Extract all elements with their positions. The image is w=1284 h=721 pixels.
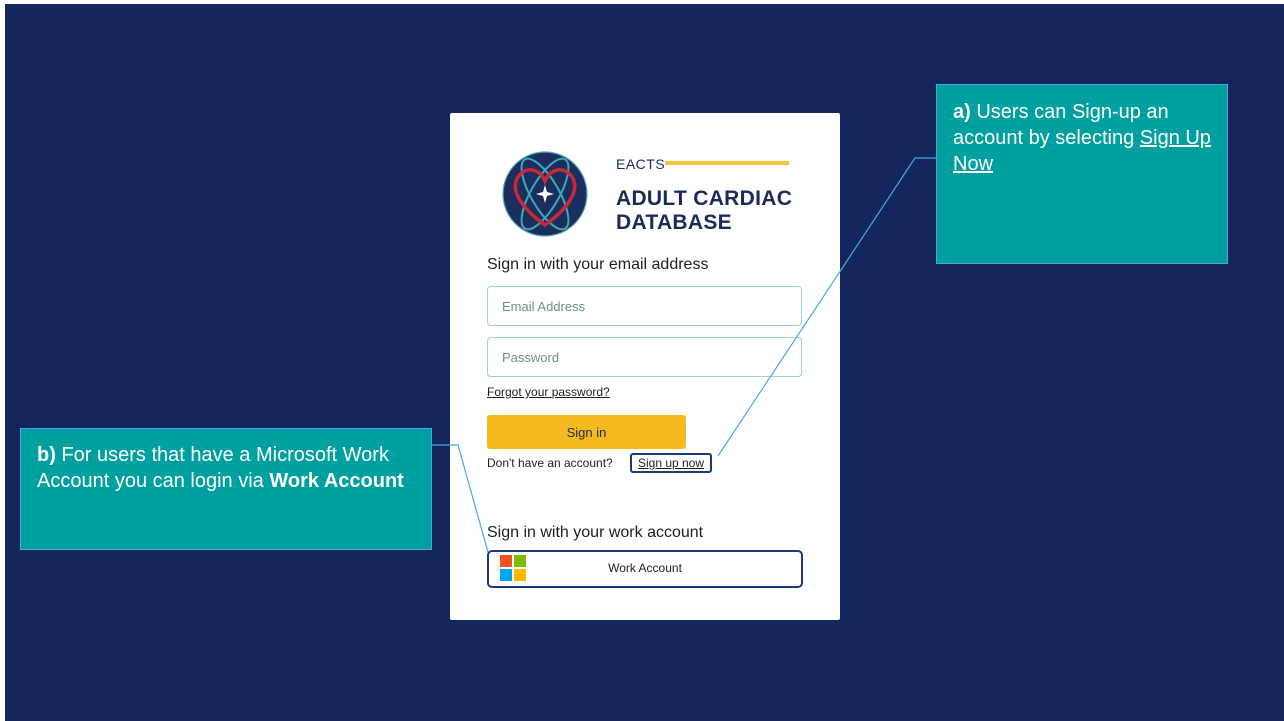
callout-a-prefix: a): [953, 101, 971, 123]
connector-b: [432, 444, 489, 553]
callout-a-text: Users can Sign-up an account by selectin…: [953, 101, 1169, 149]
connector-a: [717, 157, 936, 457]
callout-b-bold: Work Account: [269, 470, 404, 492]
callout-a: a) Users can Sign-up an account by selec…: [936, 84, 1228, 264]
callout-b-prefix: b): [37, 444, 56, 466]
callout-b: b) For users that have a Microsoft Work …: [20, 428, 432, 550]
